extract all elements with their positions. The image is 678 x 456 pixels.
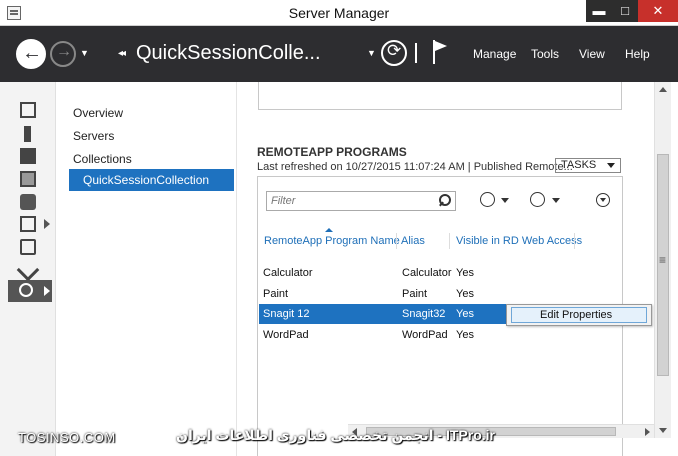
file-services-icon[interactable] — [20, 239, 36, 255]
alias-cell: Paint — [402, 288, 428, 300]
watermark-tosinso: TOSINSO.COM — [18, 430, 116, 445]
last-refreshed-text: Last refreshed on 10/27/2015 11:07:24 AM… — [257, 161, 573, 173]
program-name-cell: WordPad — [263, 329, 309, 341]
title-bar: Server Manager ▬ □ ✕ — [0, 0, 678, 26]
filter-placeholder: Filter — [271, 195, 296, 207]
collapse-chevron-icon[interactable] — [596, 193, 610, 207]
context-menu: Edit Properties — [506, 304, 652, 326]
breadcrumb-separator-icon: ◂◂ — [118, 48, 126, 59]
nav-item-servers[interactable]: Servers — [73, 129, 114, 143]
breadcrumb[interactable]: QuickSessionColle... — [136, 42, 321, 65]
list-options-icon[interactable] — [480, 192, 495, 207]
nav-item-collections[interactable]: Collections — [73, 152, 132, 166]
close-button[interactable]: ✕ — [638, 0, 678, 22]
column-divider[interactable] — [449, 233, 450, 249]
nav-item-overview[interactable]: Overview — [73, 106, 123, 120]
remote-desktop-services-icon[interactable] — [8, 280, 52, 302]
watermark-itpro: ITPro.ir - انجمن تخصصی فناوری اطلاعات ای… — [176, 427, 495, 443]
breadcrumb-dropdown-icon[interactable]: ▼ — [367, 48, 376, 58]
alias-cell: Snagit32 — [402, 308, 446, 320]
save-query-caret-icon[interactable] — [552, 198, 560, 203]
tools-wrench-icon[interactable] — [16, 258, 40, 282]
menu-view[interactable]: View — [579, 47, 605, 61]
tasks-label: TASKS — [561, 159, 597, 171]
program-name-cell: Calculator — [263, 267, 313, 279]
file-storage-icon[interactable] — [20, 171, 36, 187]
main-toolbar: ▼ ◂◂ QuickSessionColle... ▼ Manage Tools… — [0, 26, 678, 82]
list-options-caret-icon[interactable] — [501, 198, 509, 203]
nav-item-quicksessioncollection[interactable]: QuickSessionCollection — [69, 169, 234, 191]
table-row[interactable]: Calculator Calculator Yes — [259, 263, 623, 283]
visible-cell: Yes — [456, 288, 474, 300]
forward-arrow-icon[interactable] — [50, 41, 76, 67]
visible-cell: Yes — [456, 308, 474, 320]
sort-indicator-icon — [325, 228, 333, 232]
column-divider[interactable] — [396, 233, 397, 249]
alias-cell: WordPad — [402, 329, 448, 341]
table-row[interactable]: Paint Paint Yes — [259, 284, 623, 304]
previous-tile-bottom — [258, 82, 622, 110]
iis-icon[interactable] — [20, 194, 36, 210]
maximize-button[interactable]: □ — [612, 0, 638, 22]
expand-arrow-icon[interactable] — [44, 219, 50, 229]
rds-glyph-icon — [19, 283, 33, 297]
column-header-program-name[interactable]: RemoteApp Program Name — [264, 235, 400, 247]
table-row[interactable]: WordPad WordPad Yes — [259, 325, 623, 345]
minimize-button[interactable]: ▬ — [586, 0, 612, 22]
save-query-icon[interactable] — [530, 192, 545, 207]
bottom-area: TOSINSO.COM ITPro.ir - انجمن تخصصی فناور… — [0, 422, 678, 456]
all-servers-icon[interactable] — [20, 148, 36, 164]
visible-cell: Yes — [456, 329, 474, 341]
main-content: REMOTEAPP PROGRAMS Last refreshed on 10/… — [238, 82, 654, 456]
menu-tools[interactable]: Tools — [531, 47, 559, 61]
menu-help[interactable]: Help — [625, 47, 650, 61]
program-name-cell: Paint — [263, 288, 289, 300]
role-icon-rail — [0, 82, 56, 456]
back-arrow-icon[interactable] — [16, 39, 46, 69]
scrollbar-thumb[interactable] — [657, 154, 669, 376]
tasks-dropdown[interactable]: TASKS — [555, 158, 621, 173]
history-dropdown-icon[interactable]: ▼ — [80, 48, 89, 58]
alias-cell: Calculator — [402, 267, 452, 279]
visible-cell: Yes — [456, 267, 474, 279]
refresh-icon[interactable] — [381, 40, 407, 66]
navigation-pane: Overview Servers Collections QuickSessio… — [57, 82, 237, 456]
column-header-visible[interactable]: Visible in RD Web Access — [456, 235, 582, 247]
vertical-scrollbar[interactable] — [654, 82, 671, 438]
window-title: Server Manager — [288, 5, 390, 21]
menu-manage[interactable]: Manage — [473, 47, 516, 61]
column-header-alias[interactable]: Alias — [401, 235, 425, 247]
scroll-right-arrow-icon[interactable] — [645, 428, 650, 436]
program-name-cell: Snagit 12 — [263, 308, 310, 320]
section-title: REMOTEAPP PROGRAMS — [257, 145, 407, 159]
menu-item-edit-properties[interactable]: Edit Properties — [511, 307, 647, 323]
local-server-icon[interactable] — [24, 126, 31, 142]
tasks-caret-icon — [607, 163, 615, 168]
expand-arrow-icon — [44, 286, 50, 296]
notifications-flag-icon[interactable] — [432, 40, 450, 64]
column-divider[interactable] — [574, 233, 575, 249]
filter-input[interactable]: Filter — [266, 191, 456, 211]
dashboard-icon[interactable] — [20, 102, 36, 118]
scroll-up-arrow-icon[interactable] — [659, 87, 667, 92]
toolbar-divider — [415, 43, 417, 63]
search-icon[interactable] — [438, 194, 451, 208]
remote-access-icon[interactable] — [20, 216, 36, 232]
